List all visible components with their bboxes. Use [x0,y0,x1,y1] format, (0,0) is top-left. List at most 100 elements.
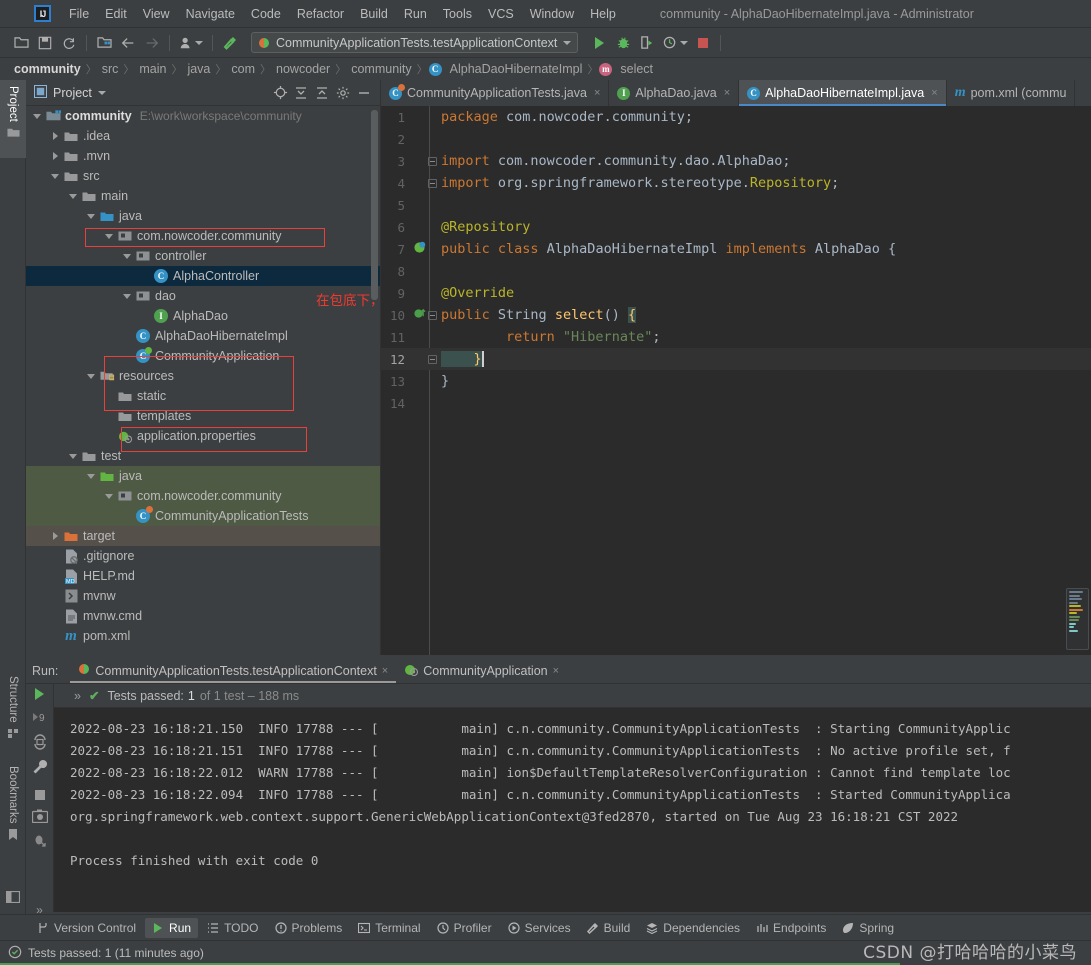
tree-node-alphadao[interactable]: I AlphaDao [26,306,380,326]
expand-all-icon[interactable] [293,85,309,101]
folder-open-icon[interactable] [10,32,32,54]
tool-window-tab-spring[interactable]: Spring [835,918,901,938]
chevron-down-icon[interactable] [68,451,79,462]
arrow-left-icon[interactable] [117,32,139,54]
code-line-4[interactable]: 4 import org.springframework.stereotype.R… [381,172,1091,194]
code-fold-toggle-icon[interactable] [428,178,437,188]
tree-node-resources[interactable]: resources [26,366,380,386]
sidebar-tab-structure[interactable]: Structure [0,670,26,752]
tree-node-alphadaohibernateimpl[interactable]: C AlphaDaoHibernateImpl [26,326,380,346]
refresh-icon[interactable] [58,32,80,54]
tree-node-test[interactable]: test [26,446,380,466]
breadcrumb-item-3[interactable]: java [183,62,214,76]
settings-gear-icon[interactable] [335,85,351,101]
arrow-right-icon[interactable] [141,32,163,54]
chevron-down-icon[interactable] [122,251,133,262]
chevron-right-icon[interactable] [50,151,61,162]
implementing-method-icon[interactable] [413,307,426,324]
tree-node-com-nowcoder-community[interactable]: com.nowcoder.community [26,486,380,506]
run-configuration-selector[interactable]: CommunityApplicationTests.testApplicatio… [251,32,579,53]
menu-item-edit[interactable]: Edit [97,4,135,24]
tool-window-tab-problems[interactable]: Problems [268,918,350,938]
chevron-down-icon[interactable] [86,371,97,382]
editor-tab-alphadaohibernateimpl[interactable]: C AlphaDaoHibernateImpl.java × [739,80,947,106]
tree-node--mvn[interactable]: .mvn [26,146,380,166]
tool-window-tab-version-control[interactable]: Version Control [30,918,143,938]
editor-tab-communityapplicationtests[interactable]: C CommunityApplicationTests.java × [381,80,610,106]
expand-more-icon[interactable]: » [74,689,81,703]
tree-node--gitignore[interactable]: .gitignore [26,546,380,566]
code-line-10[interactable]: 10 public String select() { [381,304,1091,326]
code-line-6[interactable]: 6 @Repository [381,216,1091,238]
tree-node-mvnw[interactable]: mvnw [26,586,380,606]
tree-node-templates[interactable]: templates [26,406,380,426]
chevron-down-icon[interactable] [104,491,115,502]
editor-tab-pom[interactable]: m pom.xml (commu [947,80,1076,106]
menu-item-build[interactable]: Build [352,4,396,24]
screenshot-icon[interactable] [31,809,49,823]
breadcrumb-item-7[interactable]: AlphaDaoHibernateImpl [446,62,587,76]
chevron-down-icon[interactable] [104,231,115,242]
tool-window-tab-todo[interactable]: TODO [200,918,265,938]
tree-node--idea[interactable]: .idea [26,126,380,146]
hide-icon[interactable] [356,85,372,101]
chevron-down-icon[interactable] [86,471,97,482]
debug-icon[interactable] [31,832,49,848]
chevron-down-icon[interactable] [32,111,43,122]
project-tree[interactable]: community E:\work\workspace\community .ide… [26,106,380,655]
code-line-8[interactable]: 8 [381,260,1091,282]
chevron-right-icon[interactable] [50,131,61,142]
close-icon[interactable]: × [931,87,937,99]
chevron-down-icon[interactable] [86,211,97,222]
chevron-right-icon[interactable] [50,531,61,542]
run-icon[interactable] [31,688,49,700]
code-fold-toggle-icon[interactable] [428,156,437,166]
breadcrumb-item-6[interactable]: community [347,62,415,76]
menu-item-vcs[interactable]: VCS [480,4,522,24]
code-fold-toggle-icon[interactable] [428,354,437,364]
tool-window-tab-terminal[interactable]: Terminal [351,918,427,938]
collapse-all-icon[interactable] [314,85,330,101]
stop-icon[interactable] [31,790,49,800]
tree-node-alphacontroller[interactable]: C AlphaController [26,266,380,286]
menu-item-refactor[interactable]: Refactor [289,4,352,24]
tree-node-controller[interactable]: controller [26,246,380,266]
menu-item-help[interactable]: Help [582,4,624,24]
sidebar-tab-project[interactable]: Project [0,80,26,158]
breadcrumb-item-1[interactable]: src [98,62,123,76]
settings-wrench-icon[interactable] [31,759,49,775]
tool-window-tab-services[interactable]: Services [501,918,578,938]
menu-item-navigate[interactable]: Navigate [178,4,243,24]
menu-item-window[interactable]: Window [522,4,582,24]
editor-tabs[interactable]: C CommunityApplicationTests.java × I AlphaDa… [381,80,1091,106]
code-line-13[interactable]: 13} [381,370,1091,392]
locate-icon[interactable] [272,85,288,101]
breadcrumb-item-0[interactable]: community [10,62,85,76]
tool-window-tab-dependencies[interactable]: Dependencies [639,918,747,938]
code-line-1[interactable]: 1 package com.nowcoder.community; [381,106,1091,128]
code-line-12[interactable]: 12 } [381,348,1091,370]
menu-item-view[interactable]: View [135,4,178,24]
run-icon[interactable] [588,32,610,54]
debug-icon[interactable] [612,32,634,54]
code-line-3[interactable]: 3 import com.nowcoder.community.dao.Alpha… [381,150,1091,172]
close-icon[interactable]: × [594,87,600,99]
menu-item-run[interactable]: Run [396,4,435,24]
tree-node-application-properties[interactable]: application.properties [26,426,380,446]
stop-icon[interactable] [692,32,714,54]
breadcrumb-item-8[interactable]: select [616,62,657,76]
code-line-14[interactable]: 14 [381,392,1091,414]
tree-node-communityapplication[interactable]: C CommunityApplication [26,346,380,366]
tree-node-pom-xml[interactable]: m pom.xml [26,626,380,646]
rerun-automatically-icon[interactable] [31,734,49,750]
tree-node-communityapplicationtests[interactable]: C CommunityApplicationTests [26,506,380,526]
hammer-icon[interactable] [219,32,241,54]
project-structure-icon[interactable] [93,32,115,54]
sidebar-tab-bookmarks[interactable]: Bookmarks [0,760,26,852]
profiler-icon[interactable] [660,32,690,54]
tool-window-tab-run[interactable]: Run [145,917,199,938]
breadcrumb-item-4[interactable]: com [227,62,259,76]
rerun-failed-icon[interactable]: 9 [31,709,49,725]
user-profile-icon[interactable] [176,32,206,54]
close-icon[interactable]: × [724,87,730,99]
